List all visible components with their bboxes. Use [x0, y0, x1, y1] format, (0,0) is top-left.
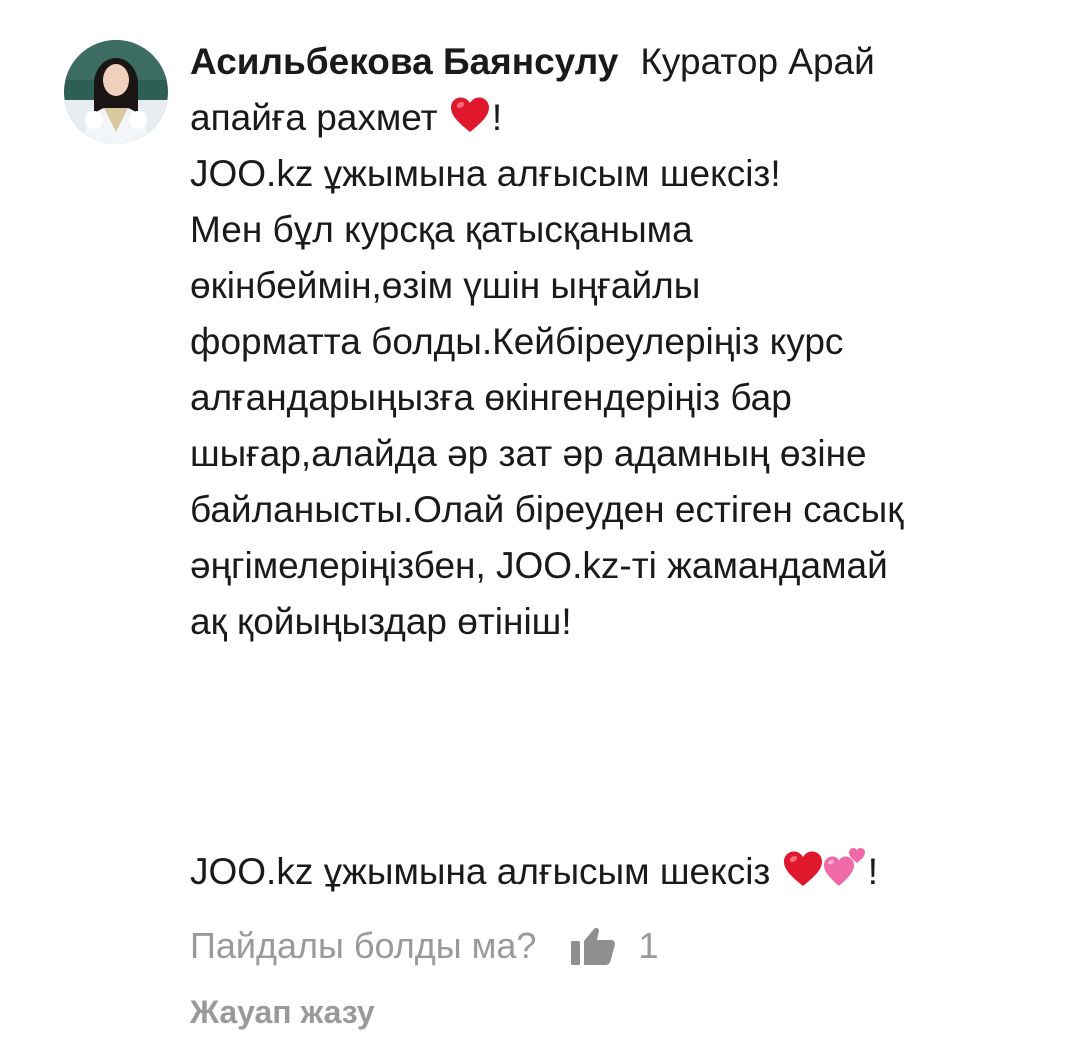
comment-text: JOO.kz ұжымына алғысым шексіз: [190, 851, 771, 892]
comment-text: әңгімелеріңізбен, JOO.kz-ті жамандамай: [190, 545, 888, 586]
comment-text: JOO.kz ұжымына алғысым шексіз!: [190, 153, 781, 194]
avatar[interactable]: [64, 40, 168, 144]
comment-text: алғандарыңызға өкінгендеріңіз бар: [190, 377, 792, 418]
comment-text: форматта болды.Кейбіреулеріңіз курс: [190, 321, 844, 362]
avatar-photo: [64, 40, 168, 144]
red-heart-icon: [449, 96, 491, 134]
comment-author[interactable]: Асильбекова Баянсулу: [190, 41, 618, 82]
comment-text: ақ қойыңыздар өтініш!: [190, 601, 572, 642]
comment-text: өкінбеймін,өзім үшін ыңғайлы: [190, 265, 701, 306]
helpful-question: Пайдалы болды ма?: [190, 925, 537, 966]
comment-text: !: [867, 851, 878, 892]
two-hearts-icon: [821, 846, 867, 888]
reply-button[interactable]: Жауап жазу: [190, 988, 375, 1036]
comment-text: шығар,алайда әр зат әр адамның өзіне: [190, 433, 867, 474]
comment-text: байланысты.Олай біреуден естіген сасық: [190, 489, 904, 530]
like-count: 1: [638, 925, 659, 966]
comment-body: Асильбекова Баянсулу Куратор Арай апайға …: [190, 34, 1050, 650]
comment-line-1: Асильбекова Баянсулу Куратор Арай: [190, 34, 1050, 90]
comment-line-2: апайға рахмет !: [190, 90, 1050, 146]
comment-text: !: [491, 97, 503, 138]
red-heart-icon: [782, 850, 824, 888]
thumbs-up-icon[interactable]: [570, 926, 616, 966]
comment-closing-line: JOO.kz ұжымына алғысым шексіз !: [190, 844, 878, 900]
comment-text: Куратор Арай: [640, 41, 875, 82]
comment-text: Мен бұл курсқа қатысқаныма: [190, 209, 693, 250]
helpful-row: Пайдалы болды ма? 1: [190, 918, 658, 974]
comment-text: апайға рахмет: [190, 97, 438, 138]
